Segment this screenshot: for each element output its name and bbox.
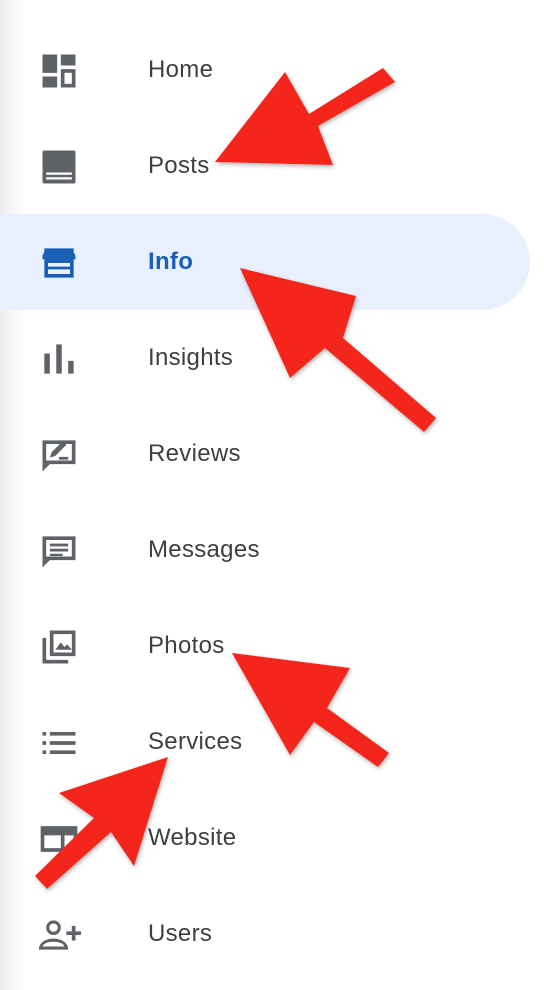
- nav-item-home[interactable]: Home: [0, 22, 530, 118]
- nav-label-photos: Photos: [148, 632, 225, 659]
- nav-item-services[interactable]: Services: [0, 694, 530, 790]
- nav-label-insights: Insights: [148, 344, 234, 371]
- posts-icon: [37, 145, 81, 189]
- nav-label-users: Users: [148, 920, 213, 947]
- photo-library-icon: [37, 625, 81, 669]
- nav-label-info: Info: [148, 248, 194, 275]
- web-icon: [37, 817, 81, 861]
- message-icon: [37, 529, 81, 573]
- person-add-icon: [37, 913, 81, 957]
- nav-label-services: Services: [148, 728, 243, 755]
- nav-label-reviews: Reviews: [148, 440, 241, 467]
- nav-item-info[interactable]: Info: [0, 214, 530, 310]
- nav-label-posts: Posts: [148, 152, 210, 179]
- nav-item-reviews[interactable]: Reviews: [0, 406, 530, 502]
- nav-item-photos[interactable]: Photos: [0, 598, 530, 694]
- nav-item-users[interactable]: Users: [0, 886, 530, 982]
- nav-item-messages[interactable]: Messages: [0, 502, 530, 598]
- rate-review-icon: [37, 433, 81, 477]
- list-icon: [37, 721, 81, 765]
- nav-item-website[interactable]: Website: [0, 790, 530, 886]
- nav-label-messages: Messages: [148, 536, 260, 563]
- storefront-icon: [37, 241, 81, 285]
- nav-item-insights[interactable]: Insights: [0, 310, 530, 406]
- bar-chart-icon: [37, 337, 81, 381]
- sidebar-nav: Home Posts Info Insights Reviews Message…: [0, 0, 544, 990]
- nav-item-posts[interactable]: Posts: [0, 118, 530, 214]
- dashboard-icon: [37, 49, 81, 93]
- nav-label-website: Website: [148, 824, 237, 851]
- nav-label-home: Home: [148, 56, 214, 83]
